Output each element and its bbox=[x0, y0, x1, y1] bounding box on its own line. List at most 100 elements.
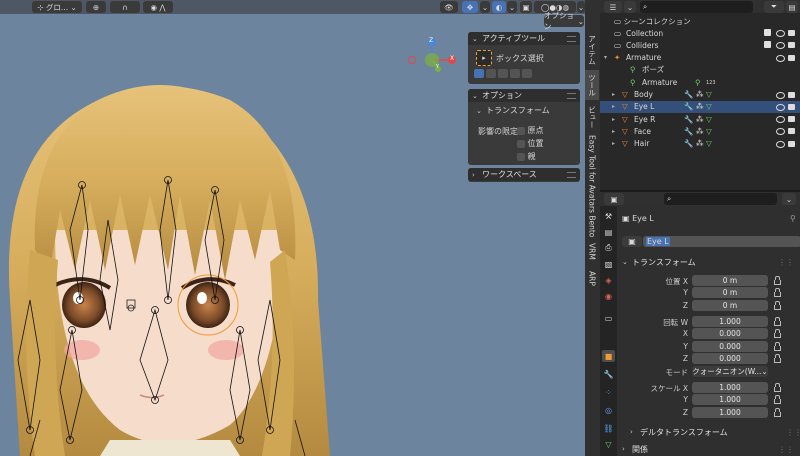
delta-transform-section[interactable]: › デルタトランスフォーム ⋮⋮ bbox=[630, 426, 800, 438]
disclosure-triangle-icon[interactable]: ▸ bbox=[612, 91, 615, 98]
outliner-row-body[interactable]: ▸ ▽ Body 🔧 ⁂ ▽ bbox=[600, 89, 800, 101]
drag-grip-icon[interactable]: ⋮⋮ bbox=[778, 445, 794, 454]
active-tool-header[interactable]: ⌄ アクティブツール bbox=[468, 32, 580, 45]
new-collection-button[interactable]: ▤ bbox=[786, 1, 798, 13]
disclosure-triangle-icon[interactable]: ▾ bbox=[604, 54, 607, 61]
transform-orientation-dropdown[interactable]: ⊹ グロ... ⌄ bbox=[32, 1, 82, 13]
camera-icon[interactable] bbox=[788, 103, 795, 110]
rotation-mode-dropdown[interactable]: クォータニオン(W... ⌄ bbox=[692, 366, 768, 377]
3d-viewport[interactable]: ⊹ グロ... ⌄ ⊕ ∩ ◉ ⋀ 👁 ✥ ⌄ ◐ ⌄ ▣ ◯ ● ◑ ◍ ⌄ オプシ… bbox=[0, 0, 586, 456]
outliner-item-label[interactable]: Armature bbox=[626, 53, 661, 62]
drag-grip-icon[interactable]: ⋮⋮ bbox=[778, 258, 794, 267]
exclude-checkbox[interactable] bbox=[764, 29, 771, 36]
modifier-tab-icon[interactable]: 🔧 bbox=[602, 368, 615, 380]
workspace-header[interactable]: › ワークスペース bbox=[468, 168, 580, 181]
affect-locations-checkbox[interactable]: 位置 bbox=[517, 138, 544, 149]
tab-easy-tool[interactable]: Easy Tool for Avatars Bento bbox=[585, 135, 599, 237]
lock-icon[interactable] bbox=[774, 341, 781, 351]
overlays-dropdown[interactable]: ⌄ bbox=[507, 1, 517, 13]
lock-icon[interactable] bbox=[774, 317, 781, 326]
rotation-w-field[interactable]: 1.000 bbox=[692, 316, 768, 327]
camera-icon[interactable] bbox=[788, 116, 795, 123]
rotation-x-field[interactable]: 0.000 bbox=[692, 328, 768, 340]
location-x-field[interactable]: 0 m bbox=[692, 275, 768, 286]
camera-icon[interactable] bbox=[788, 54, 795, 61]
disclosure-triangle-icon[interactable]: ▸ bbox=[612, 128, 615, 135]
box-select-tool-icon[interactable]: ▸ bbox=[476, 50, 492, 66]
camera-icon[interactable] bbox=[788, 140, 795, 147]
subtract-selection-icon[interactable] bbox=[498, 69, 508, 78]
eye-icon[interactable] bbox=[776, 30, 785, 37]
affect-parents-checkbox[interactable]: 親 bbox=[517, 151, 536, 162]
object-name-field[interactable]: Eye L bbox=[643, 236, 800, 247]
outliner-item-label[interactable]: Eye L bbox=[634, 102, 654, 111]
outliner-row-collection[interactable]: ▭ Collection bbox=[600, 27, 800, 39]
particles-tab-icon[interactable]: ⁘ bbox=[602, 386, 615, 398]
invert-selection-icon[interactable] bbox=[510, 69, 520, 78]
eye-icon[interactable] bbox=[776, 128, 785, 136]
transform-subpanel-header[interactable]: ⌄ トランスフォーム bbox=[476, 105, 550, 116]
lock-icon[interactable] bbox=[774, 276, 781, 285]
set-new-selection-icon[interactable] bbox=[474, 69, 484, 78]
extend-selection-icon[interactable] bbox=[486, 69, 496, 78]
camera-icon[interactable] bbox=[788, 30, 795, 36]
outliner-search-input[interactable]: ⌕ bbox=[640, 1, 753, 13]
outliner-item-label[interactable]: Hair bbox=[634, 139, 649, 148]
editor-type-dropdown[interactable]: ☰ bbox=[604, 1, 622, 13]
physics-tab-icon[interactable]: ◎ bbox=[602, 404, 615, 416]
collection-tab-icon[interactable]: ▭ bbox=[602, 312, 615, 324]
intersect-selection-icon[interactable] bbox=[522, 69, 532, 78]
transform-section-header[interactable]: ⌄ トランスフォーム ⋮⋮ bbox=[622, 256, 798, 268]
view-layer-tab-icon[interactable]: ▧ bbox=[602, 258, 615, 270]
outliner-item-label[interactable]: ポーズ bbox=[642, 64, 664, 75]
gizmo-toggle[interactable]: ✥ bbox=[462, 1, 478, 13]
filter-dropdown[interactable]: ⏷ bbox=[764, 1, 784, 13]
tab-vrm[interactable]: VRM bbox=[585, 238, 599, 264]
disclosure-triangle-icon[interactable]: ▸ bbox=[612, 140, 615, 147]
options-header[interactable]: ⌄ オプション bbox=[468, 89, 580, 102]
pivot-point-dropdown[interactable]: ⊕ bbox=[86, 1, 106, 13]
lock-icon[interactable] bbox=[774, 329, 781, 339]
scale-y-field[interactable]: 1.000 bbox=[692, 394, 768, 406]
drag-grip-icon[interactable] bbox=[567, 36, 576, 42]
rotation-y-field[interactable]: 0.000 bbox=[692, 340, 768, 352]
data-tab-icon[interactable]: ▽ bbox=[602, 438, 615, 450]
camera-icon[interactable] bbox=[788, 128, 795, 135]
navigation-gizmo[interactable]: Z X Y bbox=[405, 36, 461, 82]
options-dropdown[interactable]: オプション ⌄ bbox=[544, 11, 584, 31]
location-y-field[interactable]: 0 m bbox=[692, 287, 768, 299]
tab-view[interactable]: ビュー bbox=[585, 102, 599, 132]
eye-icon[interactable] bbox=[776, 54, 785, 62]
disclosure-triangle-icon[interactable]: ▸ bbox=[612, 103, 615, 110]
outliner-row-hair[interactable]: ▸ ▽ Hair 🔧 ⁂ ▽ bbox=[600, 138, 800, 150]
drag-grip-icon[interactable] bbox=[567, 172, 576, 178]
lock-icon[interactable] bbox=[774, 300, 781, 310]
outliner-item-label[interactable]: Face bbox=[634, 127, 651, 136]
drag-grip-icon[interactable]: ⋮⋮ bbox=[786, 428, 800, 437]
eye-icon[interactable] bbox=[776, 42, 785, 50]
overlays-toggle[interactable]: ◐ bbox=[492, 1, 506, 13]
lock-icon[interactable] bbox=[774, 395, 781, 405]
gizmo-dropdown[interactable]: ⌄ bbox=[480, 1, 490, 13]
tab-item[interactable]: アイテム bbox=[585, 32, 599, 68]
view-object-types[interactable]: 👁 bbox=[440, 1, 458, 13]
lock-icon[interactable] bbox=[774, 407, 781, 417]
snap-toggle[interactable]: ∩ bbox=[110, 1, 140, 13]
location-z-field[interactable]: 0 m bbox=[692, 299, 768, 311]
outliner-row-face[interactable]: ▸ ▽ Face 🔧 ⁂ ▽ bbox=[600, 125, 800, 137]
output-tab-icon[interactable]: ⎙ bbox=[602, 242, 615, 254]
outliner-row-colliders[interactable]: ▭ Colliders bbox=[600, 39, 800, 51]
affect-origins-checkbox[interactable]: 原点 bbox=[517, 125, 544, 136]
render-tab-icon[interactable]: ▤ bbox=[602, 226, 615, 238]
properties-search-input[interactable]: ⌕ bbox=[664, 193, 777, 205]
eye-icon[interactable] bbox=[776, 140, 785, 148]
object-browse-dropdown[interactable]: ▣ bbox=[622, 236, 642, 247]
lock-icon[interactable] bbox=[774, 288, 781, 298]
relations-section-header[interactable]: › 関係 ⋮⋮ bbox=[622, 443, 798, 455]
world-tab-icon[interactable]: ◉ bbox=[602, 290, 615, 302]
outliner-row-ポーズ[interactable]: ⚲ ポーズ bbox=[600, 64, 800, 76]
rotation-z-field[interactable]: 0.000 bbox=[692, 352, 768, 364]
tab-arp[interactable]: ARP bbox=[585, 266, 599, 290]
constraints-tab-icon[interactable]: ⛓ bbox=[602, 422, 615, 434]
eye-icon[interactable] bbox=[776, 116, 785, 124]
